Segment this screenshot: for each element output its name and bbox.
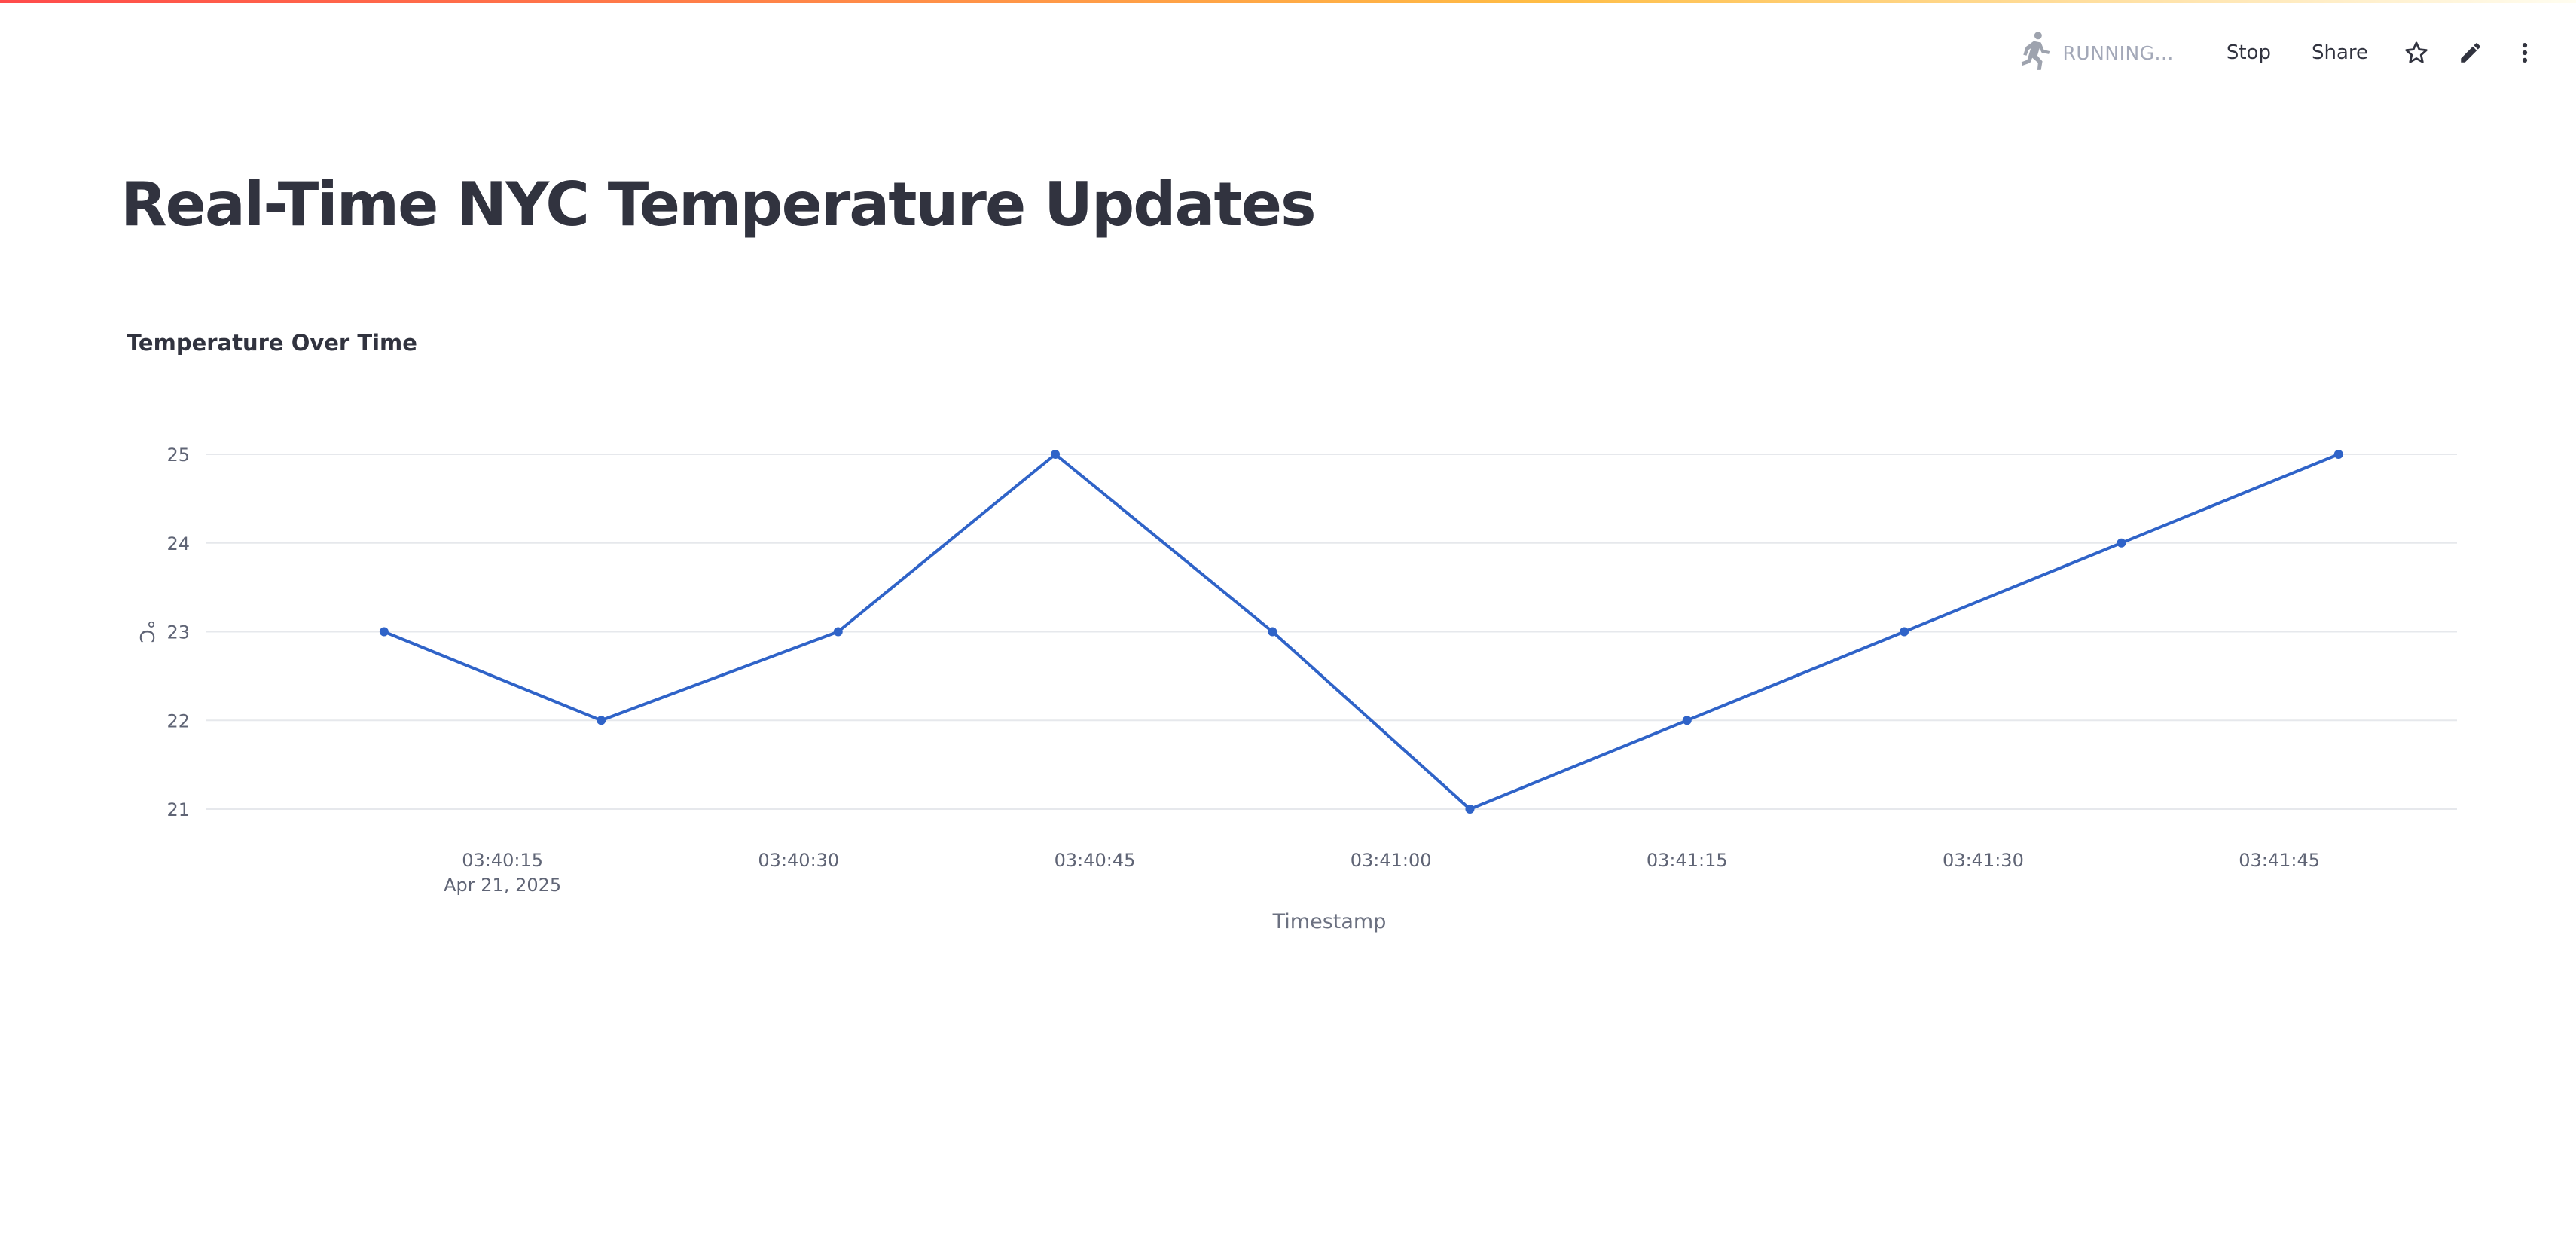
x-tick-label: 03:41:00 <box>1351 850 1432 871</box>
share-button[interactable]: Share <box>2297 34 2383 72</box>
x-tick-label: 03:40:45 <box>1055 850 1136 871</box>
star-icon <box>2405 41 2428 63</box>
data-point[interactable] <box>597 716 606 725</box>
favorite-button[interactable] <box>2395 32 2437 74</box>
app-toolbar: RUNNING... Stop Share <box>2018 30 2547 75</box>
data-point[interactable] <box>1682 716 1692 725</box>
x-tick-label: 03:41:45 <box>2239 850 2320 871</box>
y-tick-label: 22 <box>166 710 190 731</box>
edit-button[interactable] <box>2449 32 2492 74</box>
y-tick-label: 25 <box>166 444 190 466</box>
top-decoration-bar <box>0 0 2576 3</box>
y-tick-label: 23 <box>166 622 190 643</box>
y-axis-label: °C <box>135 619 157 643</box>
main-menu-button[interactable] <box>2504 32 2546 74</box>
x-axis-label: Timestamp <box>1272 910 1387 933</box>
y-tick-label: 24 <box>166 533 190 554</box>
status-label: RUNNING... <box>2062 41 2174 64</box>
x-tick-date-label: Apr 21, 2025 <box>444 875 561 896</box>
data-point[interactable] <box>1051 450 1061 459</box>
temperature-series-line <box>383 453 2339 811</box>
data-point[interactable] <box>1465 805 1475 814</box>
running-man-icon <box>2018 31 2063 75</box>
data-point[interactable] <box>833 627 843 637</box>
stop-button[interactable]: Stop <box>2211 34 2286 72</box>
data-point[interactable] <box>2117 538 2126 548</box>
kebab-menu-icon <box>2522 42 2528 63</box>
x-tick-label: 03:40:15 <box>462 850 543 871</box>
running-status: RUNNING... <box>2018 31 2174 75</box>
chart-title: Temperature Over Time <box>127 330 417 356</box>
data-point[interactable] <box>2333 450 2343 459</box>
page-title: Real-Time NYC Temperature Updates <box>121 170 1317 240</box>
pencil-icon <box>2461 43 2480 63</box>
x-tick-label: 03:41:30 <box>1943 850 2024 871</box>
data-point[interactable] <box>379 627 389 637</box>
x-tick-label: 03:40:30 <box>758 850 839 871</box>
x-tick-label: 03:41:15 <box>1647 850 1728 871</box>
data-point[interactable] <box>1268 627 1277 637</box>
data-point[interactable] <box>1900 627 1909 637</box>
y-tick-label: 21 <box>166 799 190 820</box>
